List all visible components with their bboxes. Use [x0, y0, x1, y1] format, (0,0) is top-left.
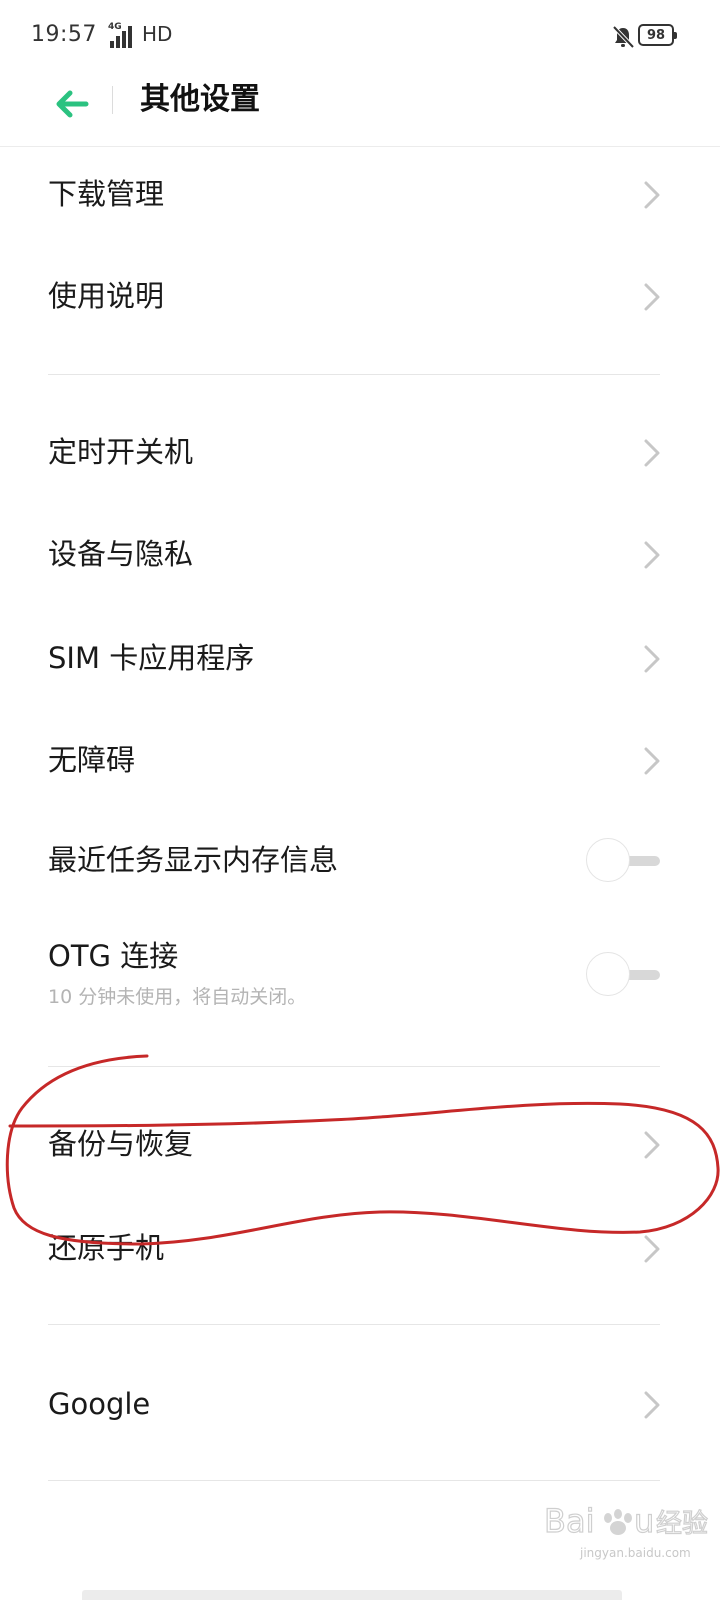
chevron-right-icon [644, 181, 660, 209]
chevron-right-icon [644, 747, 660, 775]
device-privacy-item[interactable]: 设备与隐私 [0, 504, 720, 606]
google-label: Google [48, 1387, 151, 1421]
back-arrow-icon [56, 90, 89, 118]
chevron-right-icon [644, 283, 660, 311]
page-title: 其他设置 [140, 82, 260, 117]
chevron-right-icon [644, 439, 660, 467]
section-divider [48, 1066, 660, 1067]
section-divider [48, 1480, 660, 1481]
back-button[interactable] [48, 80, 96, 128]
header-divider [112, 86, 113, 114]
device-privacy-label: 设备与隐私 [48, 537, 194, 571]
watermark-url: jingyan.baidu.com [580, 1546, 691, 1560]
otg-item: OTG 连接 10 分钟未使用，将自动关闭。 [0, 914, 720, 1042]
chevron-right-icon [644, 1391, 660, 1419]
svg-text:经验: 经验 [656, 1509, 708, 1539]
battery-level: 98 [646, 27, 666, 43]
toggle-knob [586, 838, 630, 882]
status-bar: 19:57 4G HD 98 [0, 0, 720, 72]
sim-apps-item[interactable]: SIM 卡应用程序 [0, 606, 720, 708]
hd-indicator: HD [142, 22, 173, 46]
status-time: 19:57 [31, 22, 97, 47]
svg-text:Bai: Bai [544, 1502, 594, 1540]
backup-restore-label: 备份与恢复 [48, 1127, 194, 1161]
app-header: 其他设置 [0, 72, 720, 147]
chevron-right-icon [644, 645, 660, 673]
section-divider [48, 374, 660, 375]
accessibility-label: 无障碍 [48, 743, 136, 777]
chevron-right-icon [644, 1235, 660, 1263]
battery-icon: 98 [638, 24, 677, 46]
google-item[interactable]: Google [0, 1352, 720, 1454]
svg-text:u: u [634, 1502, 654, 1540]
reset-phone-label: 还原手机 [48, 1231, 165, 1265]
network-type: 4G [108, 22, 122, 32]
backup-restore-item[interactable]: 备份与恢复 [0, 1094, 720, 1196]
chevron-right-icon [644, 1131, 660, 1159]
download-management-label: 下载管理 [48, 177, 165, 211]
accessibility-item[interactable]: 无障碍 [0, 708, 720, 810]
scheduled-power-label: 定时开关机 [48, 435, 194, 469]
instructions-item[interactable]: 使用说明 [0, 248, 720, 350]
download-management-item[interactable]: 下载管理 [0, 146, 720, 248]
chevron-right-icon [644, 541, 660, 569]
section-divider [48, 1324, 660, 1325]
scheduled-power-item[interactable]: 定时开关机 [0, 402, 720, 504]
otg-description: 10 分钟未使用，将自动关闭。 [48, 986, 307, 1008]
recent-memory-toggle[interactable] [586, 838, 662, 884]
sim-apps-label: SIM 卡应用程序 [48, 641, 255, 675]
otg-toggle[interactable] [586, 952, 662, 998]
mute-bell-icon [612, 25, 635, 49]
baidu-jingyan-watermark: Bai u 经验 [543, 1501, 708, 1540]
recent-memory-item: 最近任务显示内存信息 [0, 810, 720, 914]
reset-phone-item[interactable]: 还原手机 [0, 1196, 720, 1298]
bottom-gesture-bar [82, 1590, 622, 1600]
recent-memory-label: 最近任务显示内存信息 [48, 843, 339, 877]
otg-label: OTG 连接 [48, 939, 179, 973]
signal-icon: 4G [106, 22, 132, 48]
toggle-knob [586, 952, 630, 996]
instructions-label: 使用说明 [48, 279, 165, 313]
